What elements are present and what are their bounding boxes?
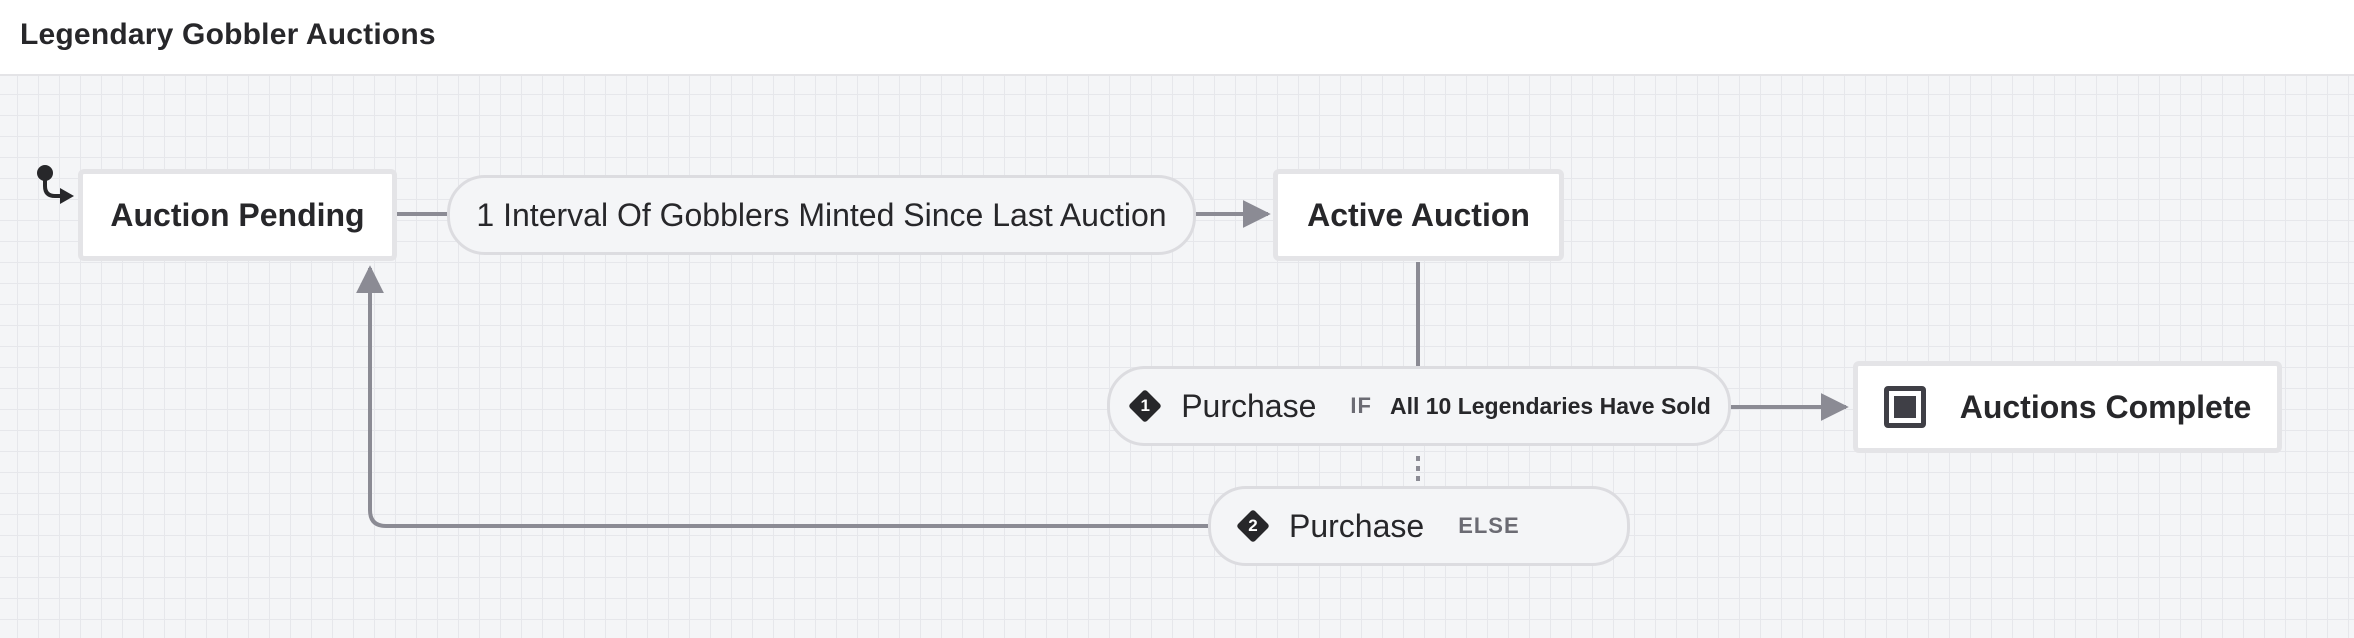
state-auctions-complete[interactable]: Auctions Complete xyxy=(1853,361,2282,453)
event-purchase-else[interactable]: 2 Purchase ELSE xyxy=(1208,486,1630,566)
state-label: Active Auction xyxy=(1307,196,1530,233)
state-active-auction[interactable]: Active Auction xyxy=(1273,169,1564,261)
guard-keyword: ELSE xyxy=(1458,513,1520,538)
initial-state-icon xyxy=(37,165,74,204)
event-label: Purchase xyxy=(1181,387,1317,424)
guard-condition: All 10 Legendaries Have Sold xyxy=(1389,392,1711,419)
event-label: Purchase xyxy=(1289,507,1425,544)
event-purchase-if[interactable]: 1 Purchase IF All 10 Legendaries Have So… xyxy=(1107,366,1731,446)
state-auction-pending[interactable]: Auction Pending xyxy=(78,169,397,261)
state-label: Auction Pending xyxy=(110,196,365,233)
event-label: 1 Interval Of Gobblers Minted Since Last… xyxy=(476,196,1167,233)
diagram-edges xyxy=(37,165,1849,528)
final-state-icon xyxy=(1883,386,1926,428)
edge-else-to-pending xyxy=(356,265,1208,528)
event-interval-minted[interactable]: 1 Interval Of Gobblers Minted Since Last… xyxy=(447,175,1196,255)
guard-diamond-icon: 1 xyxy=(1127,388,1163,424)
guard-diamond-icon: 2 xyxy=(1235,508,1271,544)
state-label: Auctions Complete xyxy=(1959,388,2252,425)
guard-keyword: IF xyxy=(1350,393,1372,418)
